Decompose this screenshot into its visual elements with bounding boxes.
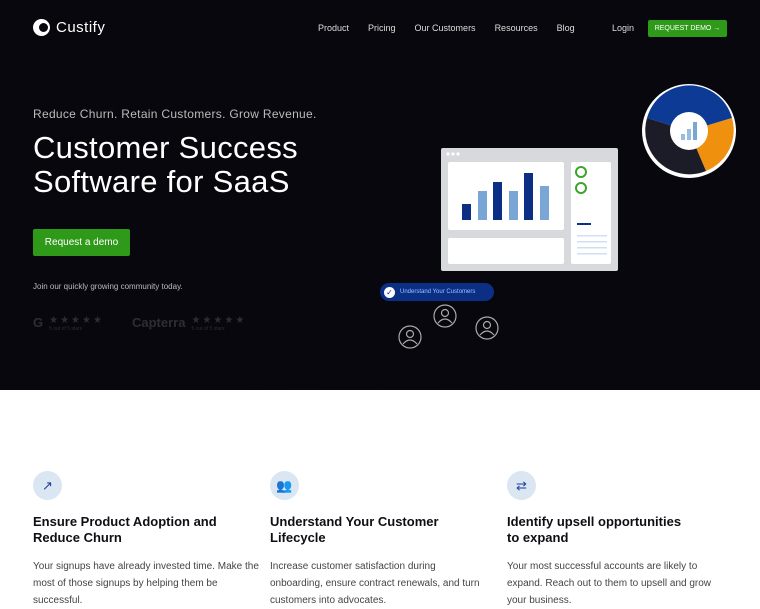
star-icons: ★★★★★ <box>191 315 247 326</box>
segments-pie-graphic <box>642 84 736 178</box>
hero-curve <box>0 340 760 388</box>
dashboard-illustration <box>441 148 618 271</box>
star-icons: ★★★★★ <box>49 315 104 326</box>
login-link[interactable]: Login <box>612 23 634 33</box>
g2-logo: G <box>33 315 44 330</box>
request-demo-button[interactable]: REQUEST DEMO → <box>648 20 727 37</box>
g2-rating: G ★★★★★ 5 out of 5 stars <box>33 315 104 332</box>
logo-icon <box>33 19 50 36</box>
nav-blog[interactable]: Blog <box>557 23 575 33</box>
community-text: Join our quickly growing community today… <box>33 282 183 291</box>
request-demo-cta[interactable]: Request a demo <box>33 229 130 256</box>
nav-resources[interactable]: Resources <box>495 23 538 33</box>
understand-customers-badge: ✓ Understand Your Customers <box>380 283 494 301</box>
users-icon: 👥 <box>270 471 299 500</box>
logo[interactable]: Custify <box>33 19 105 36</box>
check-icon: ✓ <box>384 286 395 298</box>
user-avatars-graphic <box>398 304 499 349</box>
feature-customer-lifecycle: 👥 Understand Your Customer Lifecycle Inc… <box>270 471 490 609</box>
page-title: Customer Success Software for SaaS <box>33 130 298 199</box>
trending-up-icon: ↗ <box>33 471 62 500</box>
nav-product[interactable]: Product <box>318 23 349 33</box>
capterra-logo: Capterra <box>132 315 186 330</box>
main-nav: Product Pricing Our Customers Resources … <box>318 23 575 33</box>
feature-upsell: ⇄ Identify upsell opportunities to expan… <box>507 471 732 609</box>
nav-pricing[interactable]: Pricing <box>368 23 396 33</box>
dashboard-graphic <box>446 152 611 264</box>
sparkle-arrow-icon: ⇄ <box>507 471 536 500</box>
nav-our-customers[interactable]: Our Customers <box>415 23 476 33</box>
capterra-rating: Capterra ★★★★★ 5 out of 5 stars <box>132 315 247 332</box>
hero-tagline: Reduce Churn. Retain Customers. Grow Rev… <box>33 107 317 121</box>
feature-product-adoption: ↗ Ensure Product Adoption and Reduce Chu… <box>33 471 263 609</box>
